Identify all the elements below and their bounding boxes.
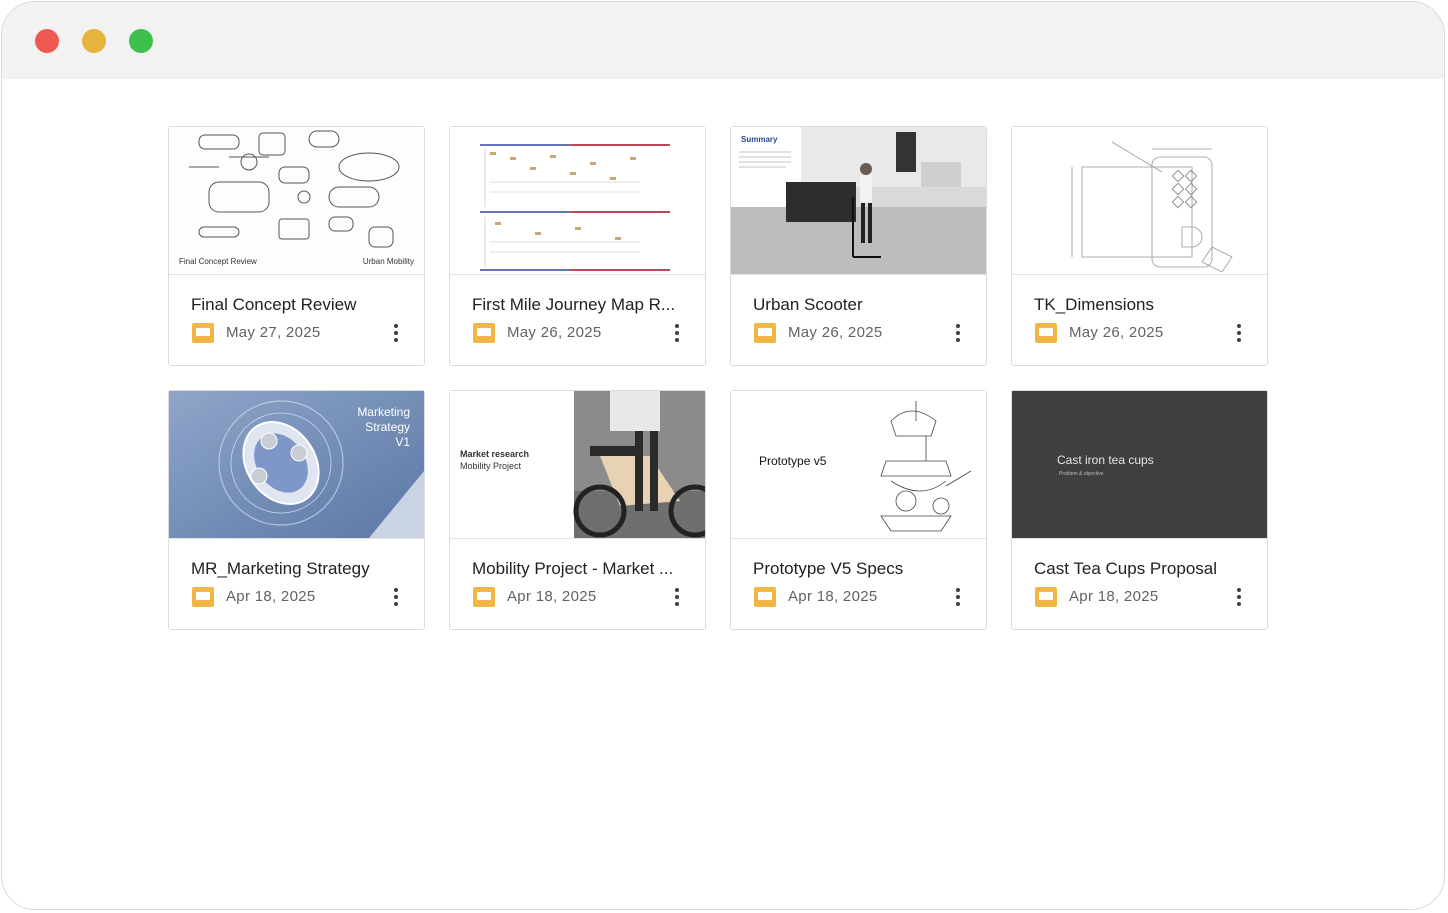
dimension-drawing-thumbnail — [1012, 127, 1267, 274]
file-thumbnail: Cast iron tea cups Problem & objective — [1012, 391, 1267, 539]
more-options-icon[interactable] — [950, 585, 966, 609]
file-date: May 26, 2025 — [1069, 324, 1164, 341]
slides-icon — [1035, 587, 1057, 607]
thumb-caption-left: Final Concept Review — [179, 257, 257, 266]
file-title: MR_Marketing Strategy — [191, 559, 370, 578]
maximize-window-button[interactable] — [129, 29, 153, 53]
thumb-heading: Market research — [460, 449, 530, 459]
thumb-subheading: Mobility Project — [460, 461, 522, 471]
file-thumbnail: Market research Mobility Project — [450, 391, 705, 539]
slides-icon — [1035, 323, 1057, 343]
title-bar — [2, 2, 1444, 79]
more-options-icon[interactable] — [950, 321, 966, 345]
file-title: Mobility Project - Market ... — [472, 559, 674, 578]
file-title: First Mile Journey Map R... — [472, 295, 676, 314]
thumb-heading: Cast iron tea cups — [1057, 453, 1154, 467]
file-title: Urban Scooter — [753, 295, 863, 314]
slides-icon — [192, 587, 214, 607]
file-card[interactable]: Market research Mobility Project Mobilit… — [449, 390, 706, 630]
file-date: May 26, 2025 — [507, 324, 602, 341]
file-card[interactable]: Summary Urban Scooter May 26, 2025 — [730, 126, 987, 366]
slides-icon — [473, 323, 495, 343]
thumb-heading: Prototype v5 — [759, 454, 827, 468]
file-title: Final Concept Review — [191, 295, 357, 314]
more-options-icon[interactable] — [388, 321, 404, 345]
file-date: Apr 18, 2025 — [226, 588, 316, 605]
file-date: Apr 18, 2025 — [507, 588, 597, 605]
file-title: TK_Dimensions — [1034, 295, 1154, 314]
thumb-heading: Summary — [741, 135, 778, 144]
file-date: Apr 18, 2025 — [1069, 588, 1159, 605]
scooter-photo-thumbnail — [731, 127, 986, 274]
file-date: May 26, 2025 — [788, 324, 883, 341]
thumb-caption-right: Urban Mobility — [362, 257, 414, 266]
file-title: Prototype V5 Specs — [753, 559, 904, 578]
file-date: Apr 18, 2025 — [788, 588, 878, 605]
file-card[interactable]: Prototype v5 Prototype V5 Specs Apr 18, … — [730, 390, 987, 630]
file-thumbnail — [450, 127, 705, 275]
slides-icon — [192, 323, 214, 343]
file-title: Cast Tea Cups Proposal — [1034, 559, 1218, 578]
file-card[interactable]: Cast iron tea cups Problem & objective C… — [1011, 390, 1268, 630]
file-card[interactable]: Final Concept Review Urban Mobility Fina… — [168, 126, 425, 366]
file-thumbnail — [1012, 127, 1267, 275]
thumb-subheading: Problem & objective — [1059, 471, 1104, 477]
thumb-text-block: Marketing Strategy V1 — [357, 405, 410, 450]
file-card[interactable]: TK_Dimensions May 26, 2025 — [1011, 126, 1268, 366]
minimize-window-button[interactable] — [82, 29, 106, 53]
more-options-icon[interactable] — [1231, 321, 1247, 345]
slides-icon — [473, 587, 495, 607]
thumb-line: V1 — [395, 435, 410, 449]
file-thumbnail: Marketing Strategy V1 — [169, 391, 424, 539]
file-grid: Final Concept Review Urban Mobility Fina… — [168, 126, 1268, 630]
more-options-icon[interactable] — [388, 585, 404, 609]
more-options-icon[interactable] — [669, 585, 685, 609]
file-thumbnail: Final Concept Review Urban Mobility — [169, 127, 424, 275]
file-card[interactable]: First Mile Journey Map R... May 26, 2025 — [449, 126, 706, 366]
thumb-line: Strategy — [365, 420, 410, 434]
file-card[interactable]: Marketing Strategy V1 MR_Marketing Strat… — [168, 390, 425, 630]
sketch-thumbnail-image — [169, 127, 424, 274]
thumb-line: Marketing — [357, 405, 410, 419]
more-options-icon[interactable] — [669, 321, 685, 345]
slides-icon — [754, 587, 776, 607]
more-options-icon[interactable] — [1231, 585, 1247, 609]
file-date: May 27, 2025 — [226, 324, 321, 341]
file-thumbnail: Prototype v5 — [731, 391, 986, 539]
slides-icon — [754, 323, 776, 343]
file-thumbnail: Summary — [731, 127, 986, 275]
journey-map-thumbnail-image — [450, 127, 705, 274]
close-window-button[interactable] — [35, 29, 59, 53]
